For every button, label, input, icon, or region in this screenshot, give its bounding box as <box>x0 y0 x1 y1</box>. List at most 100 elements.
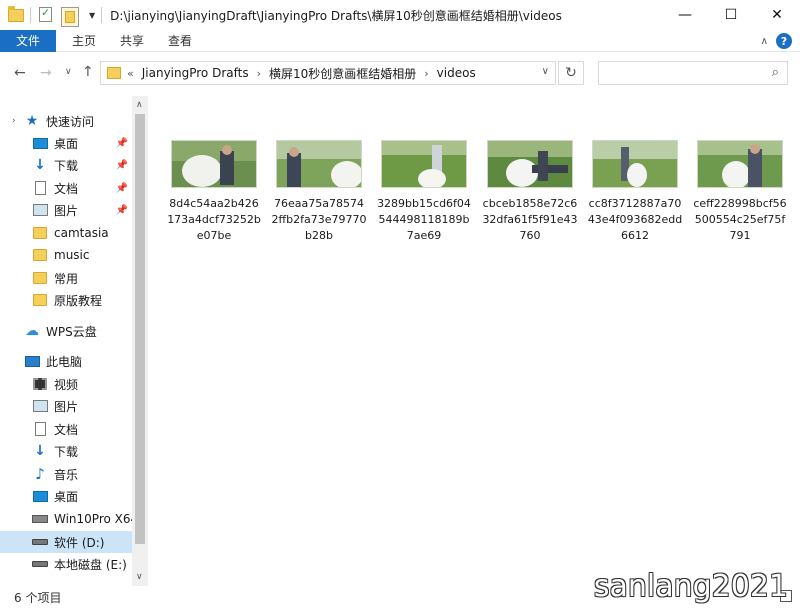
properties-icon[interactable] <box>39 6 55 23</box>
sidebar-item-win10pro[interactable]: Win10Pro X64 <box>0 508 138 530</box>
pin-icon[interactable]: 📌 <box>116 183 128 194</box>
chevron-right-icon[interactable]: › <box>424 67 428 80</box>
folder-icon <box>107 67 121 79</box>
scroll-down-icon[interactable]: ∨ <box>136 572 143 582</box>
tab-view[interactable]: 查看 <box>156 30 204 52</box>
sidebar-item-downloads[interactable]: ↓ 下载 📌 <box>0 154 132 176</box>
desktop-icon <box>32 489 48 503</box>
chevron-down-icon[interactable]: ∨ <box>542 66 549 77</box>
file-name: 76eaa75a785742ffb2fa73e79770b28b <box>271 197 367 242</box>
maximize-button[interactable]: ☐ <box>708 0 754 30</box>
scroll-up-icon[interactable]: ∧ <box>136 100 143 110</box>
sidebar-item-wps-cloud[interactable]: ☁ WPS云盘 <box>0 320 132 342</box>
chevron-right-icon[interactable]: › <box>12 116 16 126</box>
refresh-icon: ↻ <box>565 65 577 81</box>
video-thumbnail <box>592 140 678 188</box>
sidebar-item-pc-desktop[interactable]: 桌面 <box>0 485 132 507</box>
recent-locations-dropdown-icon[interactable]: ∨ <box>65 67 72 77</box>
sidebar-item-pictures[interactable]: 图片 📌 <box>0 199 132 221</box>
sidebar-item-label: 文档 <box>54 181 79 196</box>
tab-share[interactable]: 共享 <box>108 30 156 52</box>
file-item[interactable]: cc8f3712887a7043e4f093682edd6612 <box>587 140 683 244</box>
close-button[interactable]: ✕ <box>754 0 800 30</box>
sidebar-item-camtasia[interactable]: camtasia <box>0 222 132 244</box>
chevron-right-icon[interactable]: › <box>257 67 261 80</box>
sidebar-scrollbar[interactable]: ∧ ∨ <box>132 96 148 586</box>
sidebar-item-label: Win10Pro X64 <box>54 512 139 526</box>
new-folder-icon[interactable] <box>61 7 81 27</box>
drive-icon <box>32 557 48 571</box>
network-drive-icon <box>32 512 48 526</box>
music-icon: ♪ <box>35 465 45 483</box>
minimize-button[interactable]: — <box>662 0 708 30</box>
search-icon[interactable]: ⌕ <box>772 65 779 80</box>
computer-icon <box>24 354 40 368</box>
desktop-icon <box>32 136 48 150</box>
sidebar-item-common[interactable]: 常用 <box>0 267 132 289</box>
sidebar-item-drive-d[interactable]: 软件 (D:) <box>0 531 132 553</box>
up-arrow-icon[interactable]: ↑ <box>82 64 94 80</box>
overflow-chevron[interactable]: « <box>127 67 134 80</box>
sidebar-item-desktop[interactable]: 桌面 📌 <box>0 132 132 154</box>
tab-home[interactable]: 主页 <box>60 30 108 52</box>
sidebar-item-quick-access[interactable]: › ★ 快速访问 <box>0 110 132 132</box>
sidebar-item-label: 图片 <box>54 203 79 218</box>
sidebar-item-label: WPS云盘 <box>46 324 97 339</box>
file-item[interactable]: 76eaa75a785742ffb2fa73e79770b28b <box>271 140 367 244</box>
tab-file[interactable]: 文件 <box>0 29 56 52</box>
folder-icon <box>32 293 48 307</box>
pin-icon[interactable]: 📌 <box>116 138 128 149</box>
sidebar-item-pc-music[interactable]: ♪ 音乐 <box>0 463 132 485</box>
file-item[interactable]: 3289bb15cd6f04544498118189b7ae69 <box>376 140 472 244</box>
breadcrumb-jianyingpro-drafts[interactable]: JianyingPro Drafts <box>142 66 249 80</box>
sidebar-item-music-folder[interactable]: music <box>0 244 132 266</box>
download-icon: ↓ <box>34 443 46 459</box>
search-input[interactable] <box>605 62 765 84</box>
sidebar-item-label: 软件 (D:) <box>54 535 105 550</box>
sidebar-item-this-pc[interactable]: 此电脑 <box>0 350 132 372</box>
sidebar-item-label: 快速访问 <box>46 114 95 129</box>
drive-icon <box>32 535 48 549</box>
scrollbar-thumb[interactable] <box>135 114 145 544</box>
sidebar-item-tutorials[interactable]: 原版教程 <box>0 289 132 311</box>
pin-icon[interactable]: 📌 <box>116 205 128 216</box>
file-name: ceff228998bcf56500554c25ef75f791 <box>693 197 787 242</box>
folder-icon <box>32 226 48 240</box>
sidebar-item-label: 桌面 <box>54 136 79 151</box>
help-icon[interactable]: ? <box>776 33 792 49</box>
window-title: D:\jianying\JianyingDraft\JianyingPro Dr… <box>110 8 562 23</box>
refresh-button[interactable]: ↻ <box>558 61 584 85</box>
file-name: 8d4c54aa2b426173a4dcf73252be07be <box>167 197 261 242</box>
file-list: 8d4c54aa2b426173a4dcf73252be07be 76eaa75… <box>148 96 800 586</box>
forward-arrow-icon[interactable]: → <box>40 65 52 81</box>
sidebar-item-label: 下载 <box>54 158 79 173</box>
customize-toolbar-dropdown-icon[interactable]: ▼ <box>89 11 95 20</box>
video-icon <box>32 377 48 391</box>
file-item[interactable]: 8d4c54aa2b426173a4dcf73252be07be <box>166 140 262 244</box>
sidebar-item-drive-e[interactable]: 本地磁盘 (E:) <box>0 553 132 575</box>
sidebar-item-pc-documents[interactable]: 文档 <box>0 418 132 440</box>
video-thumbnail <box>276 140 362 188</box>
sidebar-item-documents[interactable]: 文档 📌 <box>0 177 132 199</box>
breadcrumb-album-folder[interactable]: 横屏10秒创意画框结婚相册 <box>269 65 416 82</box>
watermark: sanlang2021 <box>593 569 788 604</box>
file-name: 3289bb15cd6f04544498118189b7ae69 <box>377 197 471 242</box>
star-icon: ★ <box>25 113 39 129</box>
file-name: cc8f3712887a7043e4f093682edd6612 <box>587 197 683 242</box>
sidebar-item-label: 文档 <box>54 422 79 437</box>
file-item[interactable]: ceff228998bcf56500554c25ef75f791 <box>692 140 788 244</box>
sidebar-item-videos[interactable]: 视频 <box>0 373 132 395</box>
address-bar[interactable]: « JianyingPro Drafts › 横屏10秒创意画框结婚相册 › v… <box>100 61 556 85</box>
video-thumbnail <box>697 140 783 188</box>
sidebar-item-pc-pictures[interactable]: 图片 <box>0 395 132 417</box>
breadcrumb-videos[interactable]: videos <box>437 66 476 80</box>
collapse-ribbon-icon[interactable]: ∧ <box>761 36 768 47</box>
pin-icon[interactable]: 📌 <box>116 160 128 171</box>
file-item[interactable]: cbceb1858e72c632dfa61f5f91e43760 <box>482 140 578 244</box>
search-box[interactable]: ⌕ <box>598 61 788 85</box>
sidebar-item-pc-downloads[interactable]: ↓ 下载 <box>0 440 132 462</box>
navigation-pane: › ★ 快速访问 桌面 📌 ↓ 下载 📌 文档 📌 图片 📌 camtasia … <box>0 96 148 586</box>
sidebar-item-label: 视频 <box>54 377 79 392</box>
back-arrow-icon[interactable]: ← <box>14 65 26 81</box>
sidebar-item-label: 此电脑 <box>46 354 83 369</box>
